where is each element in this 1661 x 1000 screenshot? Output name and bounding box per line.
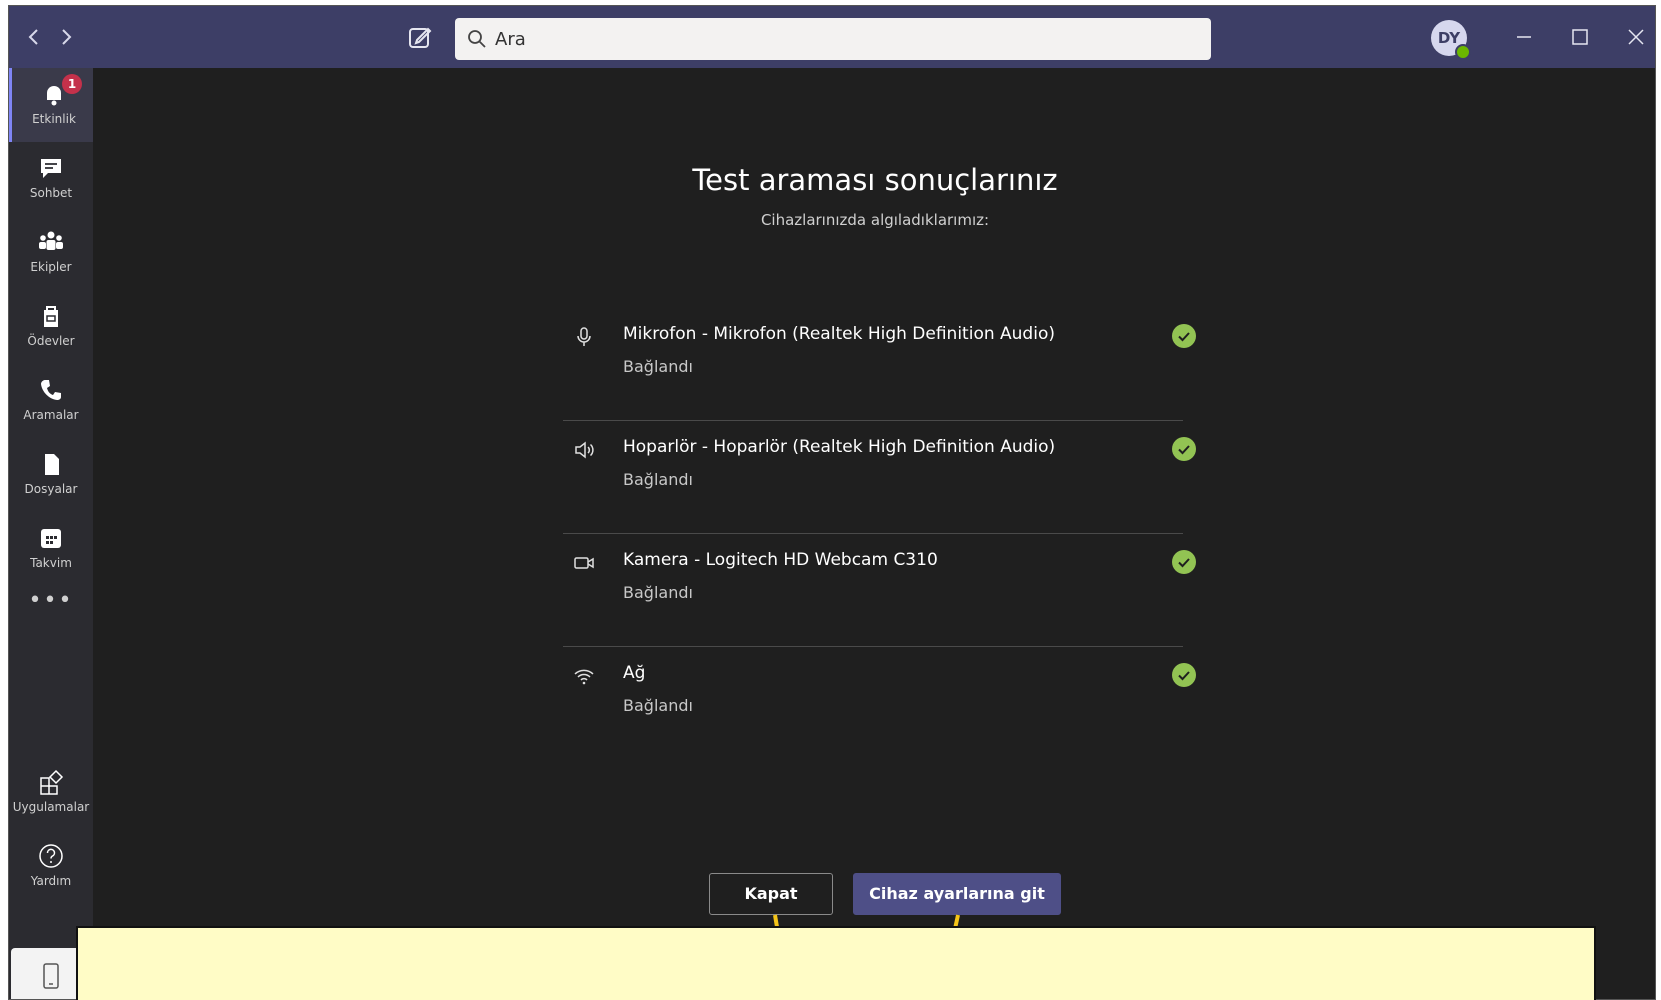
mobile-phone-icon: [43, 963, 59, 989]
more-apps-button[interactable]: •••: [9, 588, 93, 613]
phone-icon: [41, 380, 61, 400]
rail-item-etkinlik[interactable]: 1 Etkinlik: [9, 68, 93, 142]
back-button[interactable]: [23, 26, 45, 48]
notification-badge: 1: [62, 74, 82, 94]
rail-item-label: Etkinlik: [32, 112, 76, 126]
presence-status-icon: [1455, 44, 1471, 60]
device-row-camera: Kamera - Logitech HD Webcam C310 Bağland…: [563, 534, 1196, 647]
avatar[interactable]: DY: [1431, 20, 1471, 60]
rail-item-label: Dosyalar: [24, 482, 78, 496]
teams-icon: [39, 231, 63, 250]
rail-item-takvim[interactable]: Takvim: [9, 512, 93, 586]
chevron-left-icon: [28, 29, 38, 45]
device-row-speaker: Hoparlör - Hoparlör (Realtek High Defini…: [563, 421, 1196, 534]
annotation-callout-box: [76, 926, 1596, 1000]
maximize-button[interactable]: [1565, 22, 1595, 52]
camera-icon: [574, 557, 594, 569]
chat-icon: [41, 159, 61, 178]
rail-item-label: Ödevler: [27, 334, 75, 348]
minimize-button[interactable]: [1509, 22, 1539, 52]
help-icon: [39, 844, 63, 868]
device-name: Kamera - Logitech HD Webcam C310: [623, 550, 938, 570]
new-chat-button[interactable]: [406, 23, 434, 51]
device-settings-button[interactable]: Cihaz ayarlarına git: [853, 873, 1061, 915]
close-icon: [1628, 29, 1644, 45]
forward-button[interactable]: [55, 26, 77, 48]
check-circle-icon: [1172, 663, 1196, 687]
title-bar: Ara DY: [9, 6, 1655, 68]
compose-icon: [409, 27, 432, 48]
close-window-button[interactable]: [1621, 22, 1651, 52]
rail-item-label: Uygulamalar: [12, 800, 90, 814]
device-name: Mikrofon - Mikrofon (Realtek High Defini…: [623, 324, 1055, 344]
app-rail: 1 Etkinlik Sohbet Ekipler Ödevler Aramal…: [9, 68, 93, 999]
calendar-icon: [41, 529, 61, 548]
rail-item-dosyalar[interactable]: Dosyalar: [9, 438, 93, 512]
device-status: Bağlandı: [623, 357, 693, 376]
wifi-icon: [574, 669, 594, 685]
minimize-icon: [1517, 36, 1531, 38]
device-row-microphone: Mikrofon - Mikrofon (Realtek High Defini…: [563, 308, 1196, 421]
chevron-right-icon: [62, 29, 72, 45]
check-circle-icon: [1172, 324, 1196, 348]
page-subtitle: Cihazlarınızda algıladıklarımız:: [760, 211, 990, 229]
rail-item-aramalar[interactable]: Aramalar: [9, 364, 93, 438]
teams-window: Ara DY 1 Etkinlik Sohbet Ekipler Ödevler…: [8, 5, 1656, 1000]
rail-item-ekipler[interactable]: Ekipler: [9, 216, 93, 290]
rail-item-uygulamalar[interactable]: Uygulamalar: [9, 756, 93, 830]
device-name: Hoparlör - Hoparlör (Realtek High Defini…: [623, 437, 1056, 457]
search-placeholder: Ara: [495, 29, 526, 50]
rail-item-label: Ekipler: [30, 260, 72, 274]
rail-item-label: Sohbet: [29, 186, 73, 200]
apps-icon: [40, 769, 64, 795]
rail-item-sohbet[interactable]: Sohbet: [9, 142, 93, 216]
speaker-icon: [575, 441, 594, 459]
microphone-icon: [577, 327, 591, 346]
rail-item-yardim[interactable]: Yardım: [9, 830, 93, 904]
assignments-icon: [44, 306, 58, 327]
rail-item-label: Yardım: [30, 874, 72, 888]
search-box[interactable]: Ara: [455, 18, 1211, 60]
rail-item-label: Aramalar: [23, 408, 79, 422]
maximize-icon: [1572, 29, 1588, 45]
check-circle-icon: [1172, 550, 1196, 574]
file-icon: [45, 454, 59, 475]
rail-item-label: Takvim: [30, 556, 72, 570]
search-icon: [468, 30, 486, 48]
device-status: Bağlandı: [623, 696, 693, 715]
rail-item-odevler[interactable]: Ödevler: [9, 290, 93, 364]
page-title: Test araması sonuçlarınız: [692, 163, 1058, 197]
device-row-network: Ağ Bağlandı: [563, 647, 1196, 760]
test-call-results-panel: Test araması sonuçlarınız Cihazlarınızda…: [93, 68, 1655, 999]
avatar-initials: DY: [1437, 29, 1461, 47]
check-circle-icon: [1172, 437, 1196, 461]
device-name: Ağ: [623, 663, 646, 683]
close-button[interactable]: Kapat: [709, 873, 833, 915]
device-status: Bağlandı: [623, 470, 693, 489]
device-status: Bağlandı: [623, 583, 693, 602]
